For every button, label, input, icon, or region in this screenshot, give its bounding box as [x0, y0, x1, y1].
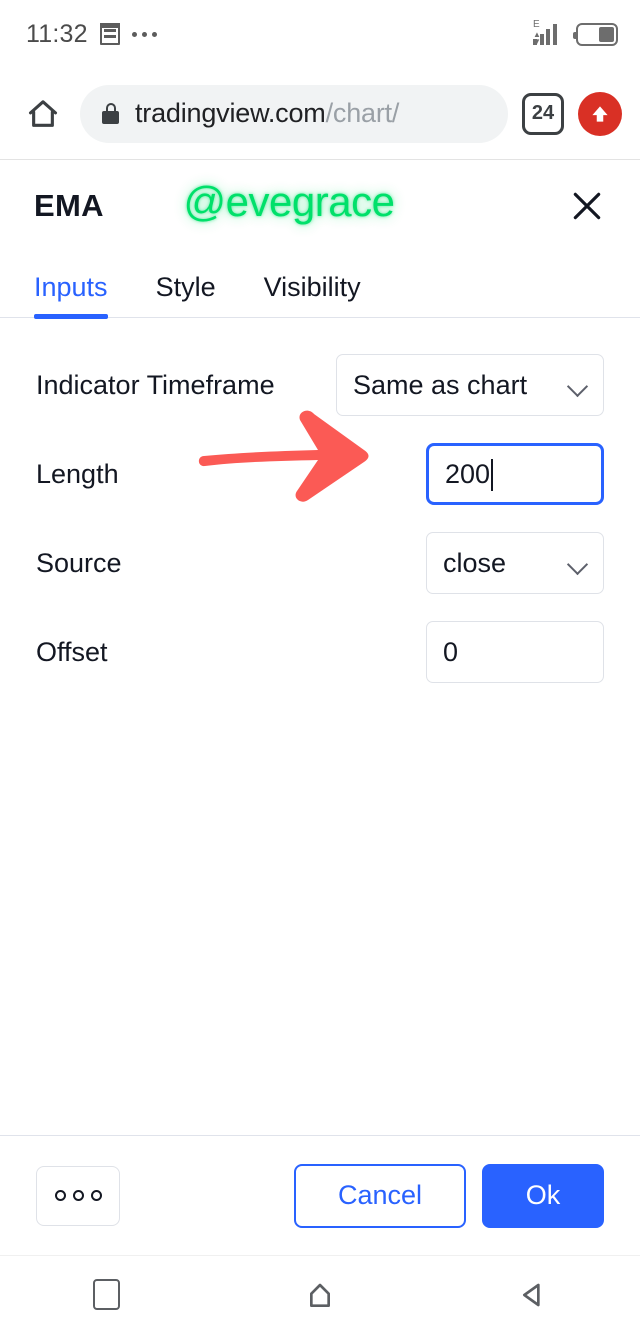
tab-style[interactable]: Style — [156, 272, 216, 317]
page-title: EMA — [34, 188, 104, 223]
ok-button[interactable]: Ok — [482, 1163, 604, 1228]
label-length: Length — [36, 458, 119, 489]
lock-icon — [102, 103, 119, 124]
tab-inputs[interactable]: Inputs — [34, 272, 108, 319]
status-bar: 11:32 E ▲▼ — [0, 0, 640, 68]
notification-list-icon — [99, 23, 120, 45]
chevron-down-icon — [567, 557, 589, 569]
tab-visibility-label: Visibility — [263, 272, 361, 302]
url-bar[interactable]: tradingview.com/chart/ — [80, 84, 508, 143]
phone-screen: 11:32 E ▲▼ — [0, 0, 640, 1333]
offset-input[interactable]: 0 — [426, 621, 604, 683]
url-domain: tradingview.com — [135, 98, 326, 128]
dialog-tabs: Inputs Style Visibility — [0, 252, 640, 319]
tab-counter-label: 24 — [531, 102, 555, 124]
label-indicator-timeframe: Indicator Timeframe — [36, 369, 275, 400]
source-select[interactable]: close — [426, 532, 604, 594]
dialog-footer: Cancel Ok — [0, 1135, 640, 1255]
three-circles-icon — [54, 1190, 66, 1201]
status-time: 11:32 — [26, 19, 88, 48]
close-icon[interactable] — [560, 179, 614, 233]
home-pentagon-icon[interactable] — [275, 1265, 365, 1325]
home-icon[interactable] — [20, 91, 66, 137]
url-path: /chart/ — [325, 98, 400, 128]
field-row-source: Source close — [36, 532, 604, 594]
battery-icon — [573, 22, 618, 46]
more-options-button[interactable] — [36, 1165, 120, 1226]
android-navigation-bar — [0, 1255, 640, 1333]
inputs-form: Indicator Timeframe Same as chart Length… — [0, 318, 640, 1135]
field-row-length: Length 200 — [36, 443, 604, 505]
url-text: tradingview.com/chart/ — [135, 98, 399, 129]
tab-counter-button[interactable]: 24 — [522, 92, 564, 135]
cancel-button-label: Cancel — [337, 1180, 423, 1210]
upload-arrow-icon[interactable] — [578, 91, 622, 136]
field-row-indicator-timeframe: Indicator Timeframe Same as chart — [36, 354, 604, 416]
length-input-value: 200 — [445, 458, 491, 489]
three-circles-icon — [72, 1190, 84, 1201]
indicator-timeframe-select[interactable]: Same as chart — [336, 354, 604, 416]
status-bar-left: 11:32 — [26, 20, 157, 49]
ok-button-label: Ok — [525, 1180, 561, 1210]
chevron-down-icon — [567, 379, 589, 391]
cancel-button[interactable]: Cancel — [294, 1163, 466, 1228]
length-input[interactable]: 200 — [426, 443, 604, 505]
three-dots-icon — [131, 31, 157, 37]
three-circles-icon — [90, 1190, 102, 1201]
text-cursor — [491, 459, 494, 491]
source-value: close — [443, 547, 507, 578]
indicator-timeframe-value: Same as chart — [353, 369, 528, 400]
status-bar-right: E ▲▼ — [533, 20, 618, 47]
tab-style-label: Style — [155, 272, 216, 302]
back-triangle-icon[interactable] — [488, 1265, 578, 1325]
signal-bars-icon: E ▲▼ — [533, 20, 563, 47]
tab-inputs-label: Inputs — [34, 272, 108, 302]
label-offset: Offset — [36, 636, 108, 667]
tab-visibility[interactable]: Visibility — [264, 272, 361, 317]
square-recents-icon[interactable] — [62, 1265, 152, 1325]
field-row-offset: Offset 0 — [36, 621, 604, 683]
dialog-header: EMA @evegrace — [0, 160, 640, 252]
offset-input-value: 0 — [443, 636, 459, 667]
indicator-settings-dialog: EMA @evegrace Inputs Style Visibility In… — [0, 160, 640, 1255]
browser-toolbar: tradingview.com/chart/ 24 — [0, 68, 640, 160]
label-source: Source — [36, 547, 122, 578]
